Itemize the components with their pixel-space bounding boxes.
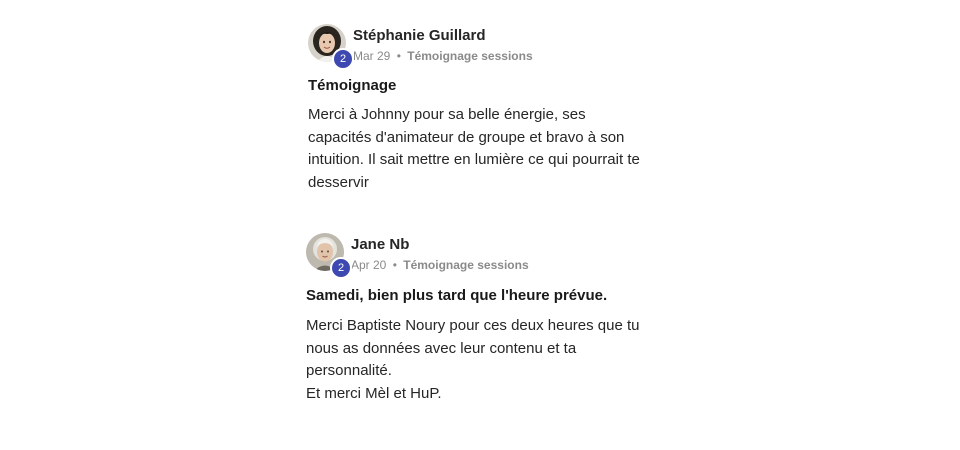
post-meta: Mar 29 • Témoignage sessions — [353, 48, 533, 64]
post-date[interactable]: Mar 29 — [353, 49, 390, 63]
avatar[interactable]: 2 — [306, 233, 352, 279]
meta-separator: • — [396, 49, 401, 63]
post-title[interactable]: Témoignage — [308, 77, 668, 95]
post-title[interactable]: Samedi, bien plus tard que l'heure prévu… — [306, 287, 666, 305]
avatar[interactable]: 2 — [308, 24, 354, 70]
post-meta: Apr 20 • Témoignage sessions — [351, 257, 529, 273]
post-card: 2 Stéphanie Guillard Mar 29 • Témoignage… — [308, 24, 668, 194]
meta-separator: • — [392, 258, 397, 272]
topic-link[interactable]: Témoignage sessions — [403, 258, 528, 272]
author-block: Stéphanie Guillard Mar 29 • Témoignage s… — [353, 24, 533, 64]
author-name[interactable]: Jane Nb — [351, 236, 529, 254]
post-header: 2 Jane Nb Apr 20 • Témoignage sessions — [306, 233, 666, 279]
level-badge: 2 — [330, 257, 352, 279]
topic-link[interactable]: Témoignage sessions — [407, 49, 532, 63]
post-header: 2 Stéphanie Guillard Mar 29 • Témoignage… — [308, 24, 668, 70]
author-name[interactable]: Stéphanie Guillard — [353, 27, 533, 45]
post-card: 2 Jane Nb Apr 20 • Témoignage sessions S… — [306, 233, 666, 405]
post-body: Merci à Johnny pour sa belle énergie, se… — [308, 106, 640, 191]
author-block: Jane Nb Apr 20 • Témoignage sessions — [351, 233, 529, 273]
post-date[interactable]: Apr 20 — [351, 258, 386, 272]
level-badge: 2 — [332, 48, 354, 70]
post-body: Merci Baptiste Noury pour ces deux heure… — [306, 317, 640, 402]
